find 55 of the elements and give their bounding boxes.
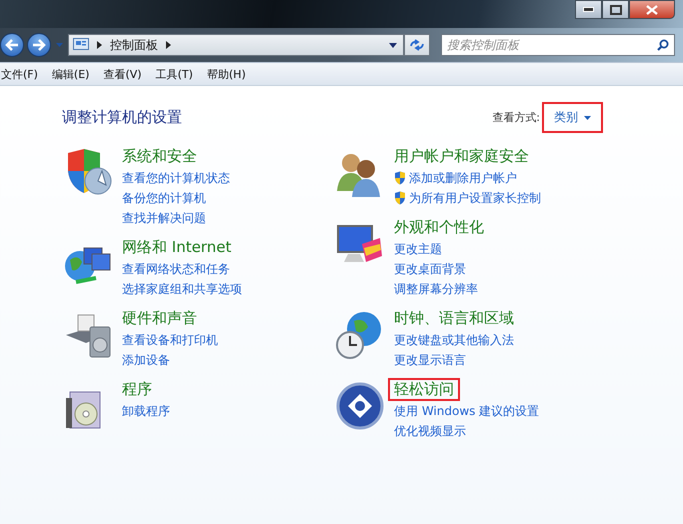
task-link[interactable]: 优化视频显示: [394, 422, 466, 440]
task-link[interactable]: 更改主题: [394, 240, 442, 258]
task-link[interactable]: 更改显示语言: [394, 352, 466, 368]
menu-item[interactable]: 编辑(E): [52, 66, 90, 82]
control-panel-icon: [73, 38, 89, 52]
task-link[interactable]: 更改桌面背景: [394, 260, 466, 278]
shield-icon: [394, 171, 406, 185]
task-link[interactable]: 使用 Windows 建议的设置: [394, 402, 540, 420]
task-link[interactable]: 查找并解决问题: [122, 210, 206, 226]
category-link[interactable]: 外观和个性化: [388, 216, 490, 239]
back-arrow-icon: [5, 39, 19, 51]
close-button[interactable]: [629, 0, 675, 19]
task-link[interactable]: 查看设备和打印机: [122, 332, 218, 348]
view-by-dropdown[interactable]: 类别: [542, 102, 603, 133]
task-link[interactable]: 为所有用户设置家长控制: [409, 190, 541, 206]
task-link[interactable]: 备份您的计算机: [122, 190, 206, 206]
forward-button[interactable]: [27, 33, 51, 57]
task-link[interactable]: 调整屏幕分辨率: [394, 280, 478, 298]
task-link[interactable]: 更改键盘或其他输入法: [394, 332, 514, 348]
chevron-icon[interactable]: [166, 41, 171, 49]
breadcrumb[interactable]: 控制面板: [110, 36, 158, 54]
category-link[interactable]: 时钟、语言和区域: [388, 307, 520, 330]
accessibility-icon[interactable]: [334, 380, 386, 432]
view-by-label: 查看方式:: [492, 110, 540, 125]
menu-item[interactable]: 帮助(H): [206, 66, 246, 82]
refresh-icon: [409, 39, 425, 51]
back-button[interactable]: [0, 33, 24, 57]
caret-icon: [584, 116, 591, 120]
minimize-button[interactable]: [575, 0, 602, 19]
category-link[interactable]: 网络和 Internet: [116, 236, 238, 259]
task-link[interactable]: 卸载程序: [122, 402, 170, 420]
task-link[interactable]: 查看网络状态和任务: [122, 260, 230, 278]
menu-item[interactable]: 工具(T): [156, 66, 193, 82]
task-link[interactable]: 添加设备: [122, 352, 170, 368]
address-bar[interactable]: 控制面板: [68, 34, 404, 56]
task-link[interactable]: 选择家庭组和共享选项: [122, 280, 242, 298]
menu-item[interactable]: 文件(F): [1, 66, 38, 82]
category-link[interactable]: 系统和安全: [116, 145, 203, 168]
search-field[interactable]: 搜索控制面板: [441, 34, 675, 56]
shield-icon: [394, 191, 406, 205]
task-link[interactable]: 查看您的计算机状态: [122, 170, 230, 186]
dropdown-icon[interactable]: [389, 42, 397, 48]
close-icon: [646, 4, 658, 14]
task-link[interactable]: 添加或删除用户帐户: [409, 170, 517, 186]
maximize-button[interactable]: [602, 0, 629, 19]
forward-arrow-icon: [32, 39, 46, 51]
search-icon: [657, 39, 669, 51]
category-link[interactable]: 程序: [116, 378, 158, 401]
page-heading: 调整计算机的设置: [62, 108, 183, 127]
menu-item[interactable]: 查看(V): [103, 66, 142, 82]
category-link[interactable]: 用户帐户和家庭安全: [388, 145, 535, 168]
category-link[interactable]: 硬件和声音: [116, 307, 203, 330]
refresh-button[interactable]: [404, 34, 430, 56]
chevron-icon[interactable]: [97, 41, 102, 49]
category-link[interactable]: 轻松访问: [388, 378, 460, 401]
